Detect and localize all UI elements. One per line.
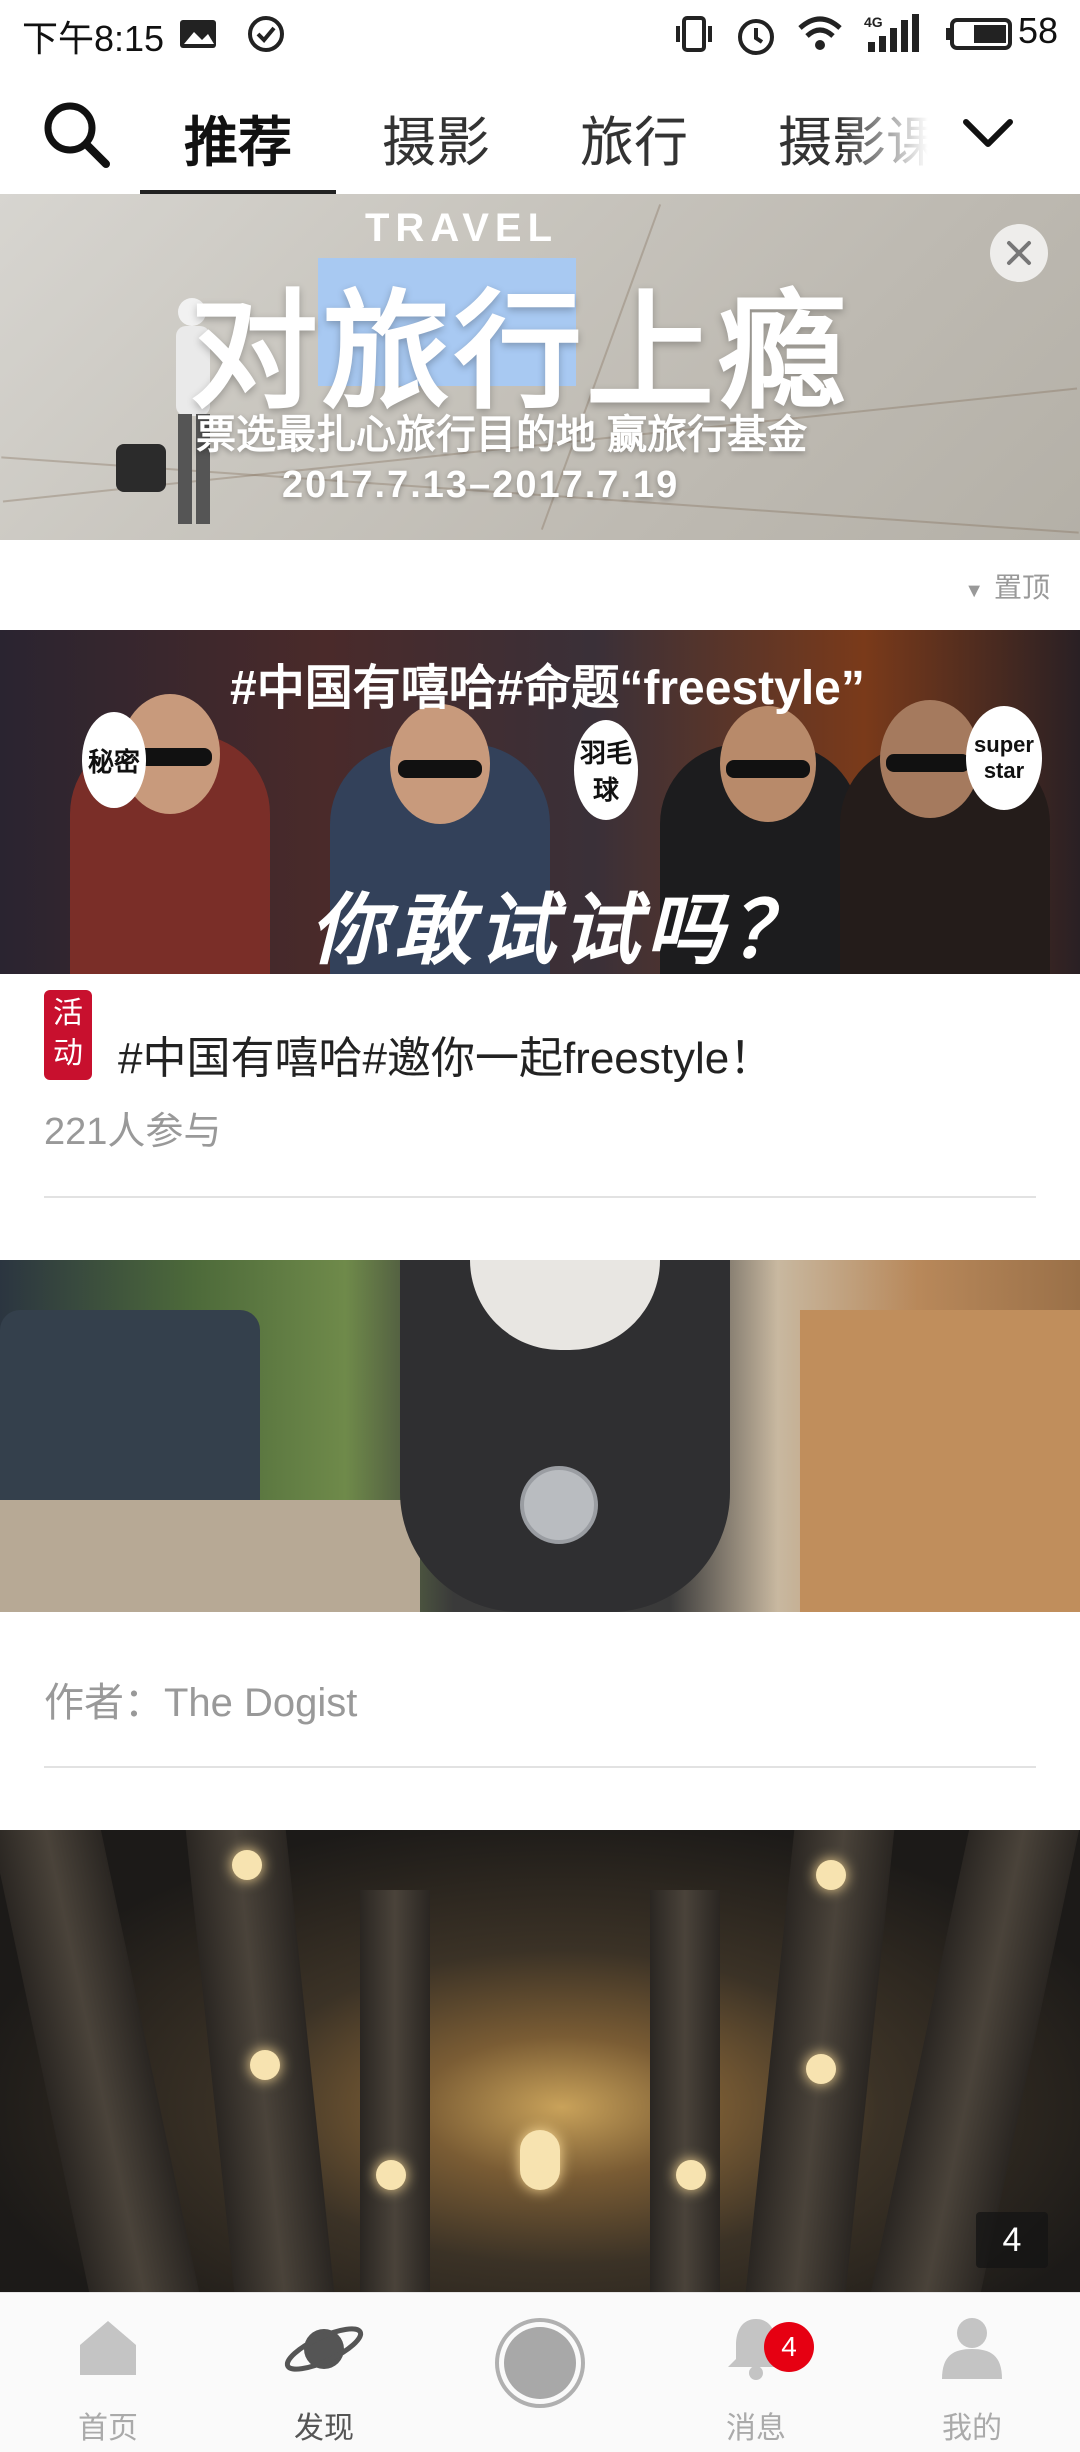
activity-title[interactable]: #中国有嘻哈#邀你一起freestyle！ — [118, 1022, 773, 1086]
activity-participants: 221人参与 — [44, 1111, 222, 1153]
speech-bubble: 羽毛球 — [574, 720, 638, 820]
banner-kicker: TRAVEL — [365, 206, 559, 250]
gallery-image-count: 4 — [976, 2212, 1048, 2268]
nav-discover[interactable]: 发现 — [216, 2293, 432, 2452]
triangle-down-icon: ▼ — [964, 580, 984, 602]
wifi-icon — [798, 16, 842, 50]
pinned-label: ▼ 置顶 — [964, 572, 1050, 603]
tab-recommend[interactable]: 推荐 — [184, 98, 292, 177]
nav-messages-label: 消息 — [726, 2412, 786, 2445]
tab-travel[interactable]: 旅行 — [580, 98, 688, 177]
activity-image-slogan: 你敢试试吗？ — [310, 885, 815, 974]
nav-home[interactable]: 首页 — [0, 2293, 216, 2452]
nav-camera[interactable] — [432, 2293, 648, 2452]
activity-image-title: #中国有嘻哈#命题“freestyle” — [230, 662, 865, 715]
planet-icon — [284, 2326, 364, 2372]
vibrate-icon — [676, 16, 712, 52]
activity-badge: 活动 — [44, 990, 92, 1080]
gallery-cover-image[interactable] — [0, 1830, 1080, 2292]
user-icon — [942, 2318, 1002, 2379]
divider — [44, 1196, 1036, 1198]
nav-profile-label: 我的 — [942, 2412, 1002, 2445]
chevron-down-icon[interactable] — [960, 106, 1016, 162]
post-cover-image[interactable] — [0, 1260, 1080, 1612]
divider — [44, 1766, 1036, 1768]
signal-icon — [868, 14, 919, 52]
battery-icon — [946, 18, 1012, 50]
speech-bubble: 秘密 — [82, 712, 146, 808]
status-time: 下午8:15 — [22, 18, 165, 59]
banner-dates: 2017.7.13–2017.7.19 — [282, 464, 680, 506]
category-tab-bar: 推荐 摄影 旅行 摄影课 — [0, 70, 1080, 194]
speech-bubble: super star — [966, 706, 1042, 810]
nav-home-label: 首页 — [78, 2412, 138, 2445]
image-notification-icon — [180, 20, 216, 48]
search-icon[interactable] — [40, 98, 112, 170]
nav-discover-label: 发现 — [294, 2412, 354, 2445]
capture-button-icon — [495, 2318, 585, 2408]
check-circle-icon — [248, 16, 284, 52]
status-bar: 下午8:15 4G 58 — [0, 0, 1080, 70]
travel-banner[interactable]: TRAVEL 对旅行上瘾 票选最扎心旅行目的地 赢旅行基金 2017.7.13–… — [0, 194, 1080, 540]
activity-cover-image[interactable]: #中国有嘻哈#命题“freestyle” 秘密 羽毛球 super star 你… — [0, 630, 1080, 974]
home-icon — [80, 2321, 136, 2375]
alarm-icon — [738, 19, 774, 55]
tab-photography[interactable]: 摄影 — [382, 98, 490, 177]
banner-subtitle: 票选最扎心旅行目的地 赢旅行基金 — [196, 413, 808, 457]
battery-level: 58 — [1018, 10, 1059, 51]
close-icon — [1007, 241, 1031, 265]
banner-close-button[interactable] — [990, 224, 1048, 282]
nav-profile[interactable]: 我的 — [864, 2293, 1080, 2452]
messages-unread-badge: 4 — [764, 2322, 814, 2372]
nav-messages[interactable]: 消息 — [648, 2293, 864, 2452]
tab-overflow-fade — [840, 80, 950, 180]
bottom-navigation: 首页 发现 消息 我的 — [0, 2292, 1080, 2452]
post-author[interactable]: 作者：The Dogist — [44, 1670, 357, 1728]
